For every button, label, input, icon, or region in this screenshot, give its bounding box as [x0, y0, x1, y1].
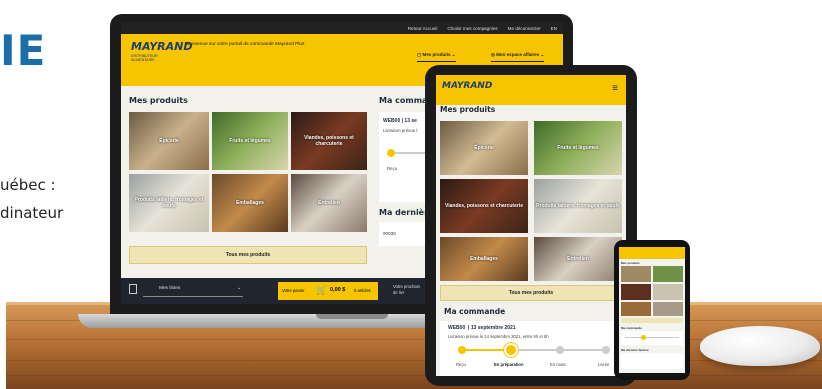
tablet-tile-produce[interactable]: Fruits et légumes [534, 121, 622, 175]
tablet-tile-packaging[interactable]: Emballages [440, 237, 528, 281]
tablet-order-id: WEB00 | 13 septembre 2021 [448, 325, 516, 331]
phone-screen: Mes produits Ma commande Ma dernière fac… [619, 247, 685, 373]
laptop-products-title: Mes produits [129, 96, 188, 105]
step-dot-preparing [504, 343, 518, 357]
tablet-tile-grocery[interactable]: Épicerie [440, 121, 528, 175]
phone-tile-4[interactable] [653, 284, 683, 300]
tablet-tile-meats[interactable]: Viandes, poissons et charcuterie [440, 179, 528, 233]
category-tile-meats[interactable]: Viandes, poissons et charcuterie [291, 112, 367, 170]
category-tile-grocery[interactable]: Épicerie [129, 112, 209, 170]
order-delivery: Livraison prévue l [383, 128, 418, 133]
phone-tile-5[interactable] [621, 302, 651, 316]
nav-language-link[interactable]: EN [551, 26, 557, 31]
invoice-number: #0030 [383, 231, 396, 236]
order-step-received: Reçu [387, 166, 398, 171]
mayrand-logo[interactable]: MAYRAND [131, 40, 192, 53]
menu-products-button[interactable]: ▢ Mes produits ⌄ [417, 52, 456, 62]
order-progress-dot [387, 149, 395, 157]
laptop-notch [316, 314, 388, 319]
step-label-received: Reçu [456, 362, 466, 367]
next-delivery-label: Votre prochain de livr [393, 284, 421, 295]
phone-invoice-card [621, 353, 683, 369]
body-text-fragment-2: dinateur [0, 204, 64, 222]
tablet-tile-cleaning[interactable]: Entretien [534, 237, 622, 281]
page-heading-fragment: IE [0, 26, 47, 75]
phone-order-card [621, 331, 683, 345]
phone-products-title: Mes produits [621, 261, 640, 265]
category-tile-dairy[interactable]: Produits laitiers, fromages et oeufs [129, 174, 209, 232]
tablet-order-title: Ma commande [444, 307, 506, 316]
step-dot-en-route [556, 346, 564, 354]
menu-business-space-button[interactable]: ◎ Mon espace affaires ⌄ [491, 52, 545, 62]
cart-icon: 🛒 [316, 285, 328, 295]
chevron-down-icon: ⌄ [236, 286, 241, 291]
step-label-preparing: En préparation [494, 362, 524, 367]
list-icon [129, 284, 137, 294]
nav-home-link[interactable]: Retour Accueil [408, 26, 438, 31]
tablet-screen: MAYRAND ≡ Mes produits Épicerie Fruits e… [436, 75, 626, 376]
phone-tile-3[interactable] [621, 284, 651, 300]
nav-companies-link[interactable]: Choisir mes compagnies [447, 26, 497, 31]
tablet-order-card: WEB00 | 13 septembre 2021 Livraison prév… [440, 321, 622, 376]
category-tile-cleaning[interactable]: Entretien [291, 174, 367, 232]
category-tile-produce[interactable]: Fruits et légumes [212, 112, 288, 170]
cart-summary[interactable]: Votre panier 🛒 0,00 $ 0 articles [278, 282, 378, 300]
category-tile-packaging[interactable]: Emballages [212, 174, 288, 232]
phone-tile-2[interactable] [653, 266, 683, 282]
tablet-tile-dairy[interactable]: Produits laitiers, fromages et oeufs [534, 179, 622, 233]
welcome-text: Bienvenue sur votre portail de commande … [185, 42, 305, 47]
all-products-button[interactable]: Tous mes produits [129, 246, 367, 264]
order-id: WEB00 | 13 se [383, 118, 417, 124]
step-label-en-route: En route [550, 362, 566, 367]
mayrand-logo-subtitle: DISTRIBUTEUR ALIMENTAIRE [131, 54, 158, 62]
phone-all-products-button[interactable] [621, 318, 683, 323]
nav-logout-link[interactable]: Me déconnecter [508, 26, 541, 31]
hamburger-menu-icon[interactable]: ≡ [612, 83, 618, 94]
step-dot-received [458, 346, 466, 354]
phone-invoice-title: Ma dernière facture [621, 348, 649, 352]
phone-tile-1[interactable] [621, 266, 651, 282]
phone-tile-6[interactable] [653, 302, 683, 316]
tablet-progress-fill [462, 349, 510, 351]
phone-header [619, 247, 685, 259]
body-text-fragment-1: uébec : [0, 176, 56, 194]
lists-select[interactable]: Mes listes ⌄ [143, 283, 243, 297]
laptop-top-nav: Retour Accueil Choisir mes compagnies Me… [121, 22, 563, 34]
tablet-products-title: Mes produits [440, 105, 496, 114]
tablet-all-products-button[interactable]: Tous mes produits [440, 285, 622, 301]
phone-order-title: Ma commande [621, 326, 642, 330]
tablet-order-delivery: Livraison prévue le 14 septembre 2021, e… [448, 334, 549, 339]
step-dot-delivered [602, 346, 610, 354]
computer-mouse [700, 326, 820, 366]
tablet-logo[interactable]: MAYRAND [442, 81, 492, 91]
step-label-delivered: Livrée [598, 362, 610, 367]
